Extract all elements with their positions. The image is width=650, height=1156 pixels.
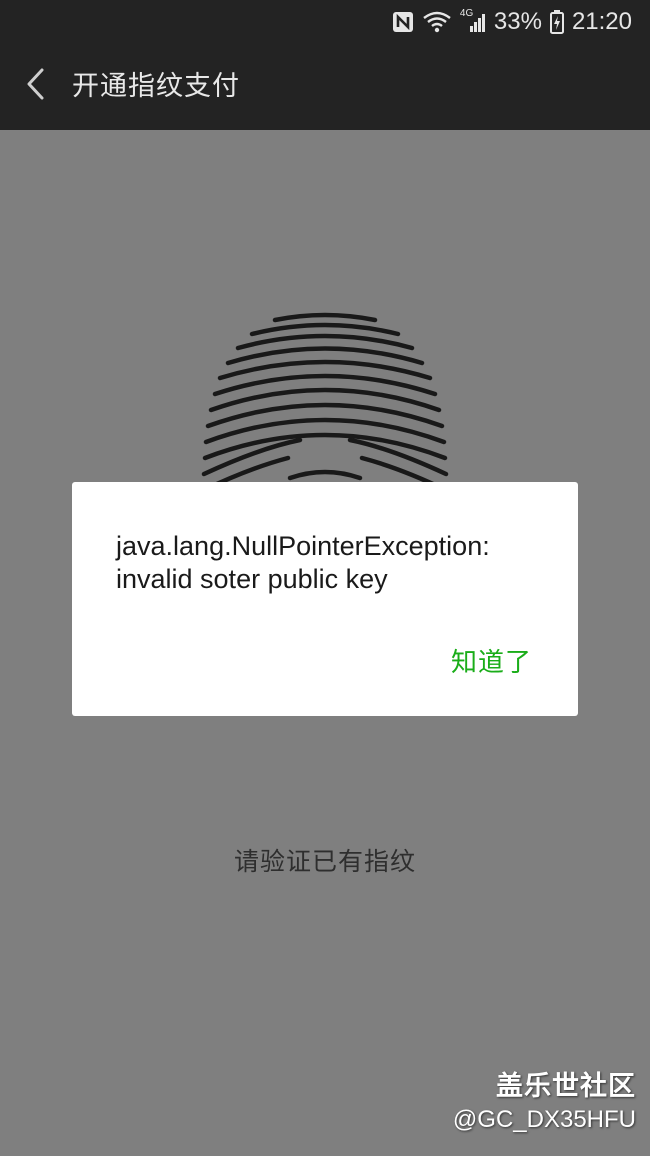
status-icons: 4G 33% 21:20 (392, 6, 632, 38)
battery-charging-icon (549, 10, 564, 34)
nfc-icon (392, 11, 414, 33)
watermark-handle: @GC_DX35HFU (452, 1106, 636, 1133)
chevron-left-icon (24, 67, 48, 105)
page-title: 开通指纹支付 (72, 71, 240, 102)
signal-icon: 4G (459, 8, 486, 34)
watermark-title: 盖乐世社区 (496, 1071, 636, 1102)
network-type-label: 4G (459, 8, 474, 19)
dialog-message: java.lang.NullPointerException: invalid … (116, 531, 490, 594)
back-button[interactable] (14, 64, 58, 108)
action-bar: 开通指纹支付 (0, 44, 650, 130)
screen: 4G 33% 21:20 开通指纹支付 java.lang.NullPointe… (0, 0, 650, 1156)
clock: 21:20 (571, 8, 632, 35)
wifi-icon (422, 10, 452, 34)
acknowledge-button[interactable]: 知道了 (433, 636, 550, 685)
error-dialog: java.lang.NullPointerException: invalid … (72, 482, 578, 716)
battery-percent: 33% (493, 8, 542, 35)
status-bar: 4G 33% 21:20 (0, 0, 650, 44)
